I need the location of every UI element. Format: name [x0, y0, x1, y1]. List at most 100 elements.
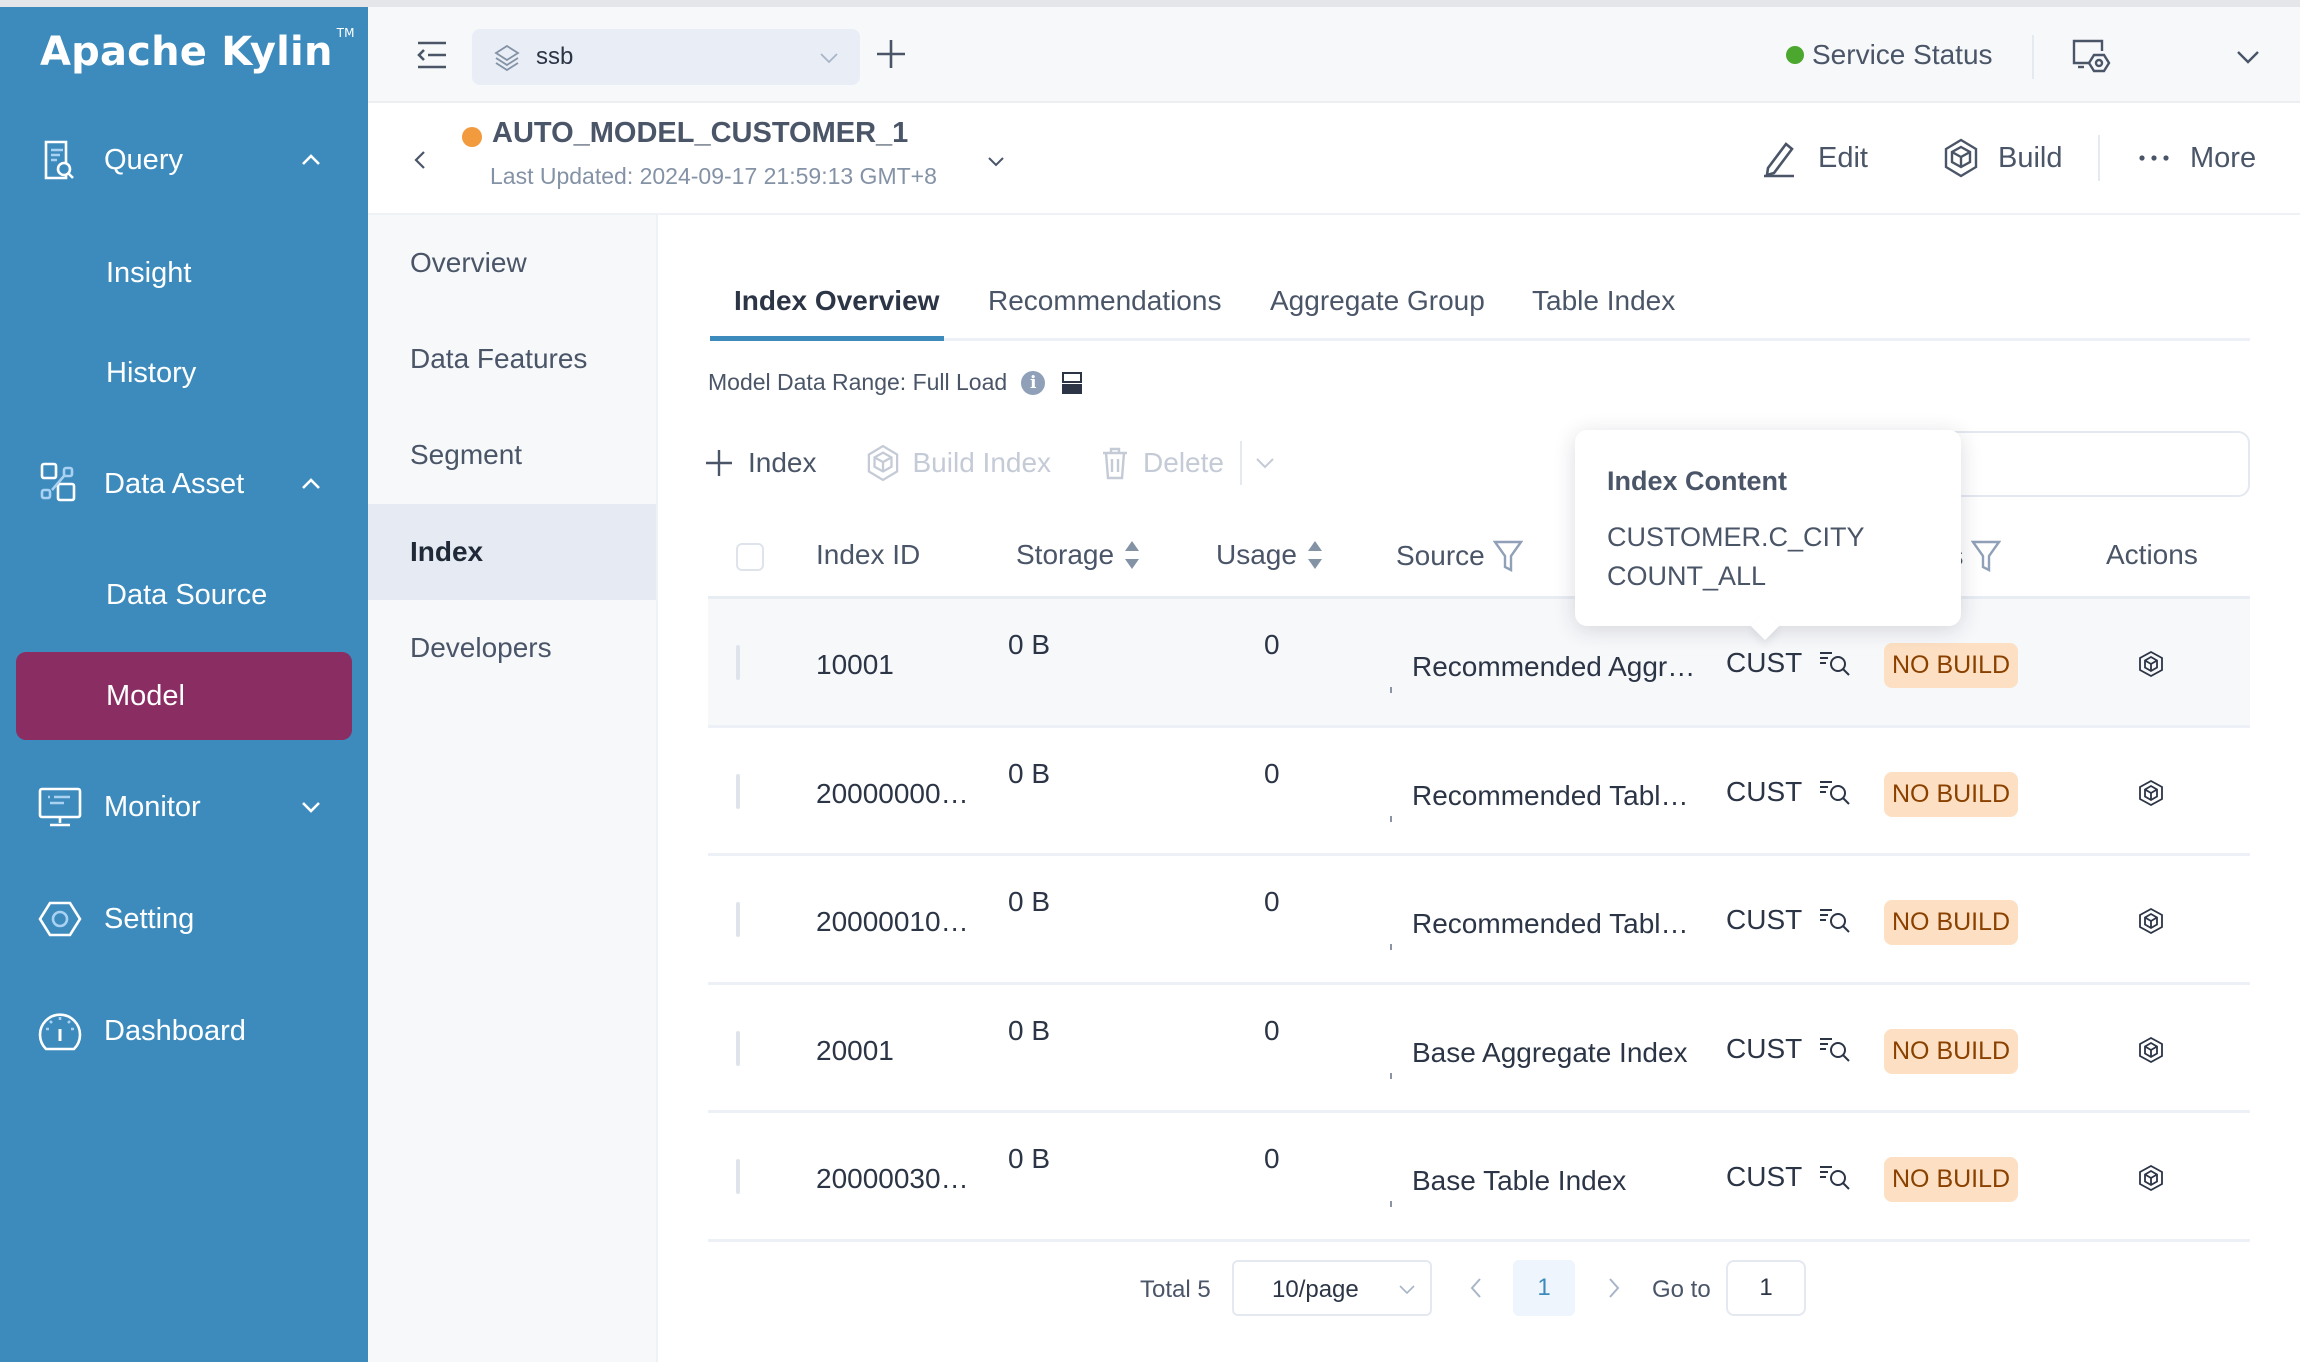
- row-checkbox[interactable]: [736, 773, 740, 809]
- back-icon[interactable]: [410, 147, 430, 173]
- subnav-overview[interactable]: Overview: [368, 215, 656, 311]
- user-menu-chevron-icon[interactable]: [2234, 43, 2262, 71]
- build-button[interactable]: Build: [1944, 133, 2063, 183]
- data-asset-icon: [40, 462, 76, 502]
- table-row[interactable]: 10001 0 B 0 Recommended Aggr… CUST NO BUILD: [708, 599, 2250, 728]
- delete-button[interactable]: Delete: [1101, 446, 1224, 480]
- subnav-segment[interactable]: Segment: [368, 407, 656, 503]
- table-row[interactable]: 20001 0 B 0 Base Aggregate Index CUST NO BUIL…: [708, 985, 2250, 1113]
- app-logo[interactable]: Apache Kylin TM: [40, 26, 355, 75]
- sidebar-item-query[interactable]: Query: [0, 125, 368, 195]
- checkbox[interactable]: [736, 1030, 740, 1066]
- sidebar-item-setting[interactable]: Setting: [0, 884, 368, 954]
- page-size-select[interactable]: 10/page: [1232, 1260, 1432, 1316]
- column-label: Source: [1396, 540, 1485, 571]
- checkbox[interactable]: [736, 902, 740, 937]
- select-all-checkbox[interactable]: [736, 543, 764, 571]
- table-body: 10001 0 B 0 Recommended Aggr… CUST NO BUILD 20…: [708, 599, 2250, 1242]
- view-content-icon[interactable]: [1818, 777, 1852, 807]
- project-select[interactable]: ssb: [472, 29, 860, 85]
- main-content: Index Overview Recommendations Aggregate…: [658, 215, 2300, 1362]
- chevron-up-icon[interactable]: [298, 471, 324, 497]
- sidebar-item-dashboard[interactable]: Dashboard: [0, 996, 368, 1066]
- build-index-icon[interactable]: [2136, 906, 2166, 936]
- build-index-icon[interactable]: [2136, 649, 2166, 679]
- row-checkbox[interactable]: [736, 645, 740, 680]
- goto-page-field[interactable]: [1726, 1260, 1806, 1316]
- storage-icon[interactable]: [1061, 370, 1083, 396]
- tab-index-overview[interactable]: Index Overview: [734, 275, 939, 341]
- content-value: CUST: [1726, 775, 1803, 807]
- index-content: CUST: [1726, 1033, 1852, 1065]
- build-cube-icon: [1944, 138, 1978, 178]
- sidebar-item-monitor[interactable]: Monitor: [0, 772, 368, 842]
- checkbox[interactable]: [736, 1159, 740, 1194]
- tab-label: Index Overview: [734, 285, 940, 316]
- subnav-index[interactable]: Index: [368, 504, 656, 600]
- sidebar-item-label: Setting: [104, 902, 195, 935]
- project-name: ssb: [536, 43, 574, 70]
- tab-table-index[interactable]: Table Index: [1532, 275, 1675, 341]
- view-content-icon[interactable]: [1818, 905, 1852, 935]
- next-page-icon[interactable]: [1604, 1276, 1624, 1300]
- subnav-data-features[interactable]: Data Features: [368, 311, 656, 407]
- row-checkbox[interactable]: [736, 1159, 740, 1194]
- build-index-icon[interactable]: [2136, 778, 2166, 808]
- column-label: Index ID: [816, 539, 921, 570]
- status-badge: NO BUILD: [1884, 1028, 2019, 1074]
- tab-aggregate-group[interactable]: Aggregate Group: [1270, 275, 1485, 341]
- sidebar-item-data-asset[interactable]: Data Asset: [0, 449, 368, 519]
- sort-icon[interactable]: [1124, 539, 1140, 571]
- more-button[interactable]: More: [2138, 133, 2256, 183]
- add-project-icon[interactable]: [874, 37, 908, 71]
- filter-icon[interactable]: [1971, 539, 2002, 573]
- build-index-button[interactable]: Build Index: [867, 444, 1051, 482]
- source-value: Base Table Index: [1412, 1165, 1627, 1196]
- collapse-menu-icon[interactable]: [414, 37, 450, 73]
- more-actions-chevron-icon[interactable]: [1254, 452, 1276, 474]
- status-cell: NO BUILD: [1884, 1157, 2019, 1202]
- view-content-icon[interactable]: [1818, 1034, 1852, 1064]
- table-row[interactable]: 20000010… 0 B 0 Recommended Tabl… CUST NO BUI…: [708, 856, 2250, 985]
- build-index-icon[interactable]: [2136, 1035, 2166, 1065]
- sidebar-item-model[interactable]: Model: [16, 652, 352, 740]
- model-switch-chevron-icon[interactable]: [984, 149, 1008, 173]
- chevron-up-icon[interactable]: [298, 147, 324, 173]
- build-index-icon[interactable]: [2136, 1163, 2166, 1193]
- filter-icon[interactable]: [1492, 539, 1523, 573]
- goto-page-input[interactable]: [1728, 1262, 1804, 1314]
- view-content-icon[interactable]: [1818, 648, 1852, 678]
- page-number-current[interactable]: 1: [1513, 1260, 1575, 1316]
- table-row[interactable]: 20000000… 0 B 0 Recommended Tabl… CUST NO BUI…: [708, 728, 2250, 856]
- edit-button[interactable]: Edit: [1762, 133, 1868, 183]
- checkbox[interactable]: [736, 543, 764, 571]
- index-tabs: Index Overview Recommendations Aggregate…: [710, 275, 2250, 341]
- add-index-button[interactable]: Index: [704, 447, 817, 479]
- tab-recommendations[interactable]: Recommendations: [988, 275, 1221, 341]
- row-checkbox[interactable]: [736, 902, 740, 937]
- prev-page-icon[interactable]: [1466, 1276, 1486, 1300]
- usage-value: 0: [1264, 1014, 1280, 1046]
- col-storage[interactable]: Storage: [1016, 539, 1140, 571]
- storage-value: 0 B: [1008, 1014, 1051, 1046]
- table-row[interactable]: 20000030… 0 B 0 Base Table Index CUST NO BUIL…: [708, 1113, 2250, 1242]
- checkbox[interactable]: [736, 645, 740, 680]
- col-usage[interactable]: Usage: [1216, 539, 1323, 571]
- sidebar-item-insight[interactable]: Insight: [16, 229, 352, 317]
- tick-mark: [1390, 1072, 1392, 1079]
- sidebar-item-history[interactable]: History: [16, 329, 352, 417]
- chevron-down-icon[interactable]: [298, 794, 324, 820]
- row-checkbox[interactable]: [736, 1030, 740, 1066]
- view-content-icon[interactable]: [1818, 1162, 1852, 1192]
- subnav-developers[interactable]: Developers: [368, 600, 656, 696]
- info-icon[interactable]: i: [1021, 370, 1046, 395]
- sort-icon[interactable]: [1307, 539, 1323, 571]
- service-status[interactable]: Service Status: [1786, 37, 1993, 73]
- col-source[interactable]: Source: [1396, 539, 1523, 573]
- sidebar-item-data-source[interactable]: Data Source: [16, 551, 352, 639]
- content-value: CUST: [1726, 647, 1803, 678]
- system-settings-icon[interactable]: [2068, 35, 2112, 79]
- checkbox[interactable]: [736, 773, 740, 809]
- status-dot: [1786, 46, 1804, 64]
- content-value: CUST: [1726, 904, 1803, 935]
